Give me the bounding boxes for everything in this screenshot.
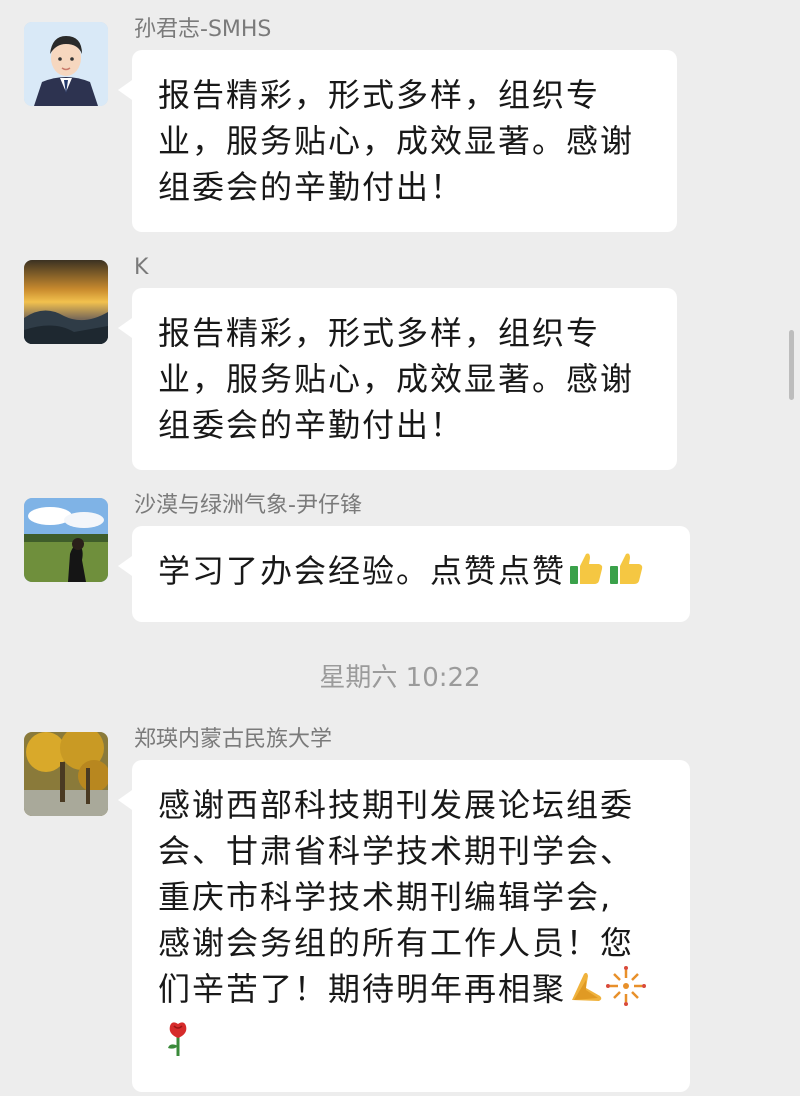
message-bubble[interactable]: 感谢西部科技期刊发展论坛组委 会、甘肃省科学技术期刊学会、 重庆市科学技术期刊编…: [118, 760, 690, 1092]
message-text: 组委会的辛勤付出！: [158, 406, 465, 444]
folded-hands-icon: [566, 966, 606, 1018]
chat-window: 孙君志-SMHS 报告精彩，形式多样，组织专 业，服务贴心，成效显著。感谢 组委…: [0, 0, 800, 1096]
message-bubble[interactable]: 学习了办会经验。点赞点赞: [118, 526, 690, 622]
thumbs-up-icon: [606, 548, 646, 600]
fireworks-icon: [606, 966, 647, 1018]
rose-icon: [158, 1018, 198, 1070]
sender-name: 沙漠与绿洲气象-尹仔锋: [134, 493, 362, 518]
sender-name: 孙君志-SMHS: [134, 17, 272, 42]
message-line: 们辛苦了！期待明年再相聚: [158, 966, 664, 1018]
avatar-k[interactable]: [24, 260, 108, 344]
sender-name: 郑瑛内蒙古民族大学: [134, 727, 333, 752]
message-text: 业，服务贴心，成效显著。感谢: [158, 360, 635, 398]
message-text: 业，服务贴心，成效显著。感谢: [158, 122, 635, 160]
scrollbar[interactable]: [789, 330, 794, 400]
sender-name: K: [134, 255, 149, 280]
message-text: 重庆市科学技术期刊编辑学会,: [158, 878, 613, 916]
message-bubble[interactable]: 报告精彩，形式多样，组织专 业，服务贴心，成效显著。感谢 组委会的辛勤付出！: [118, 288, 677, 470]
avatar-zhengying[interactable]: [24, 732, 108, 816]
message-text: 报告精彩，形式多样，组织专: [158, 314, 601, 352]
message-text: 组委会的辛勤付出！: [158, 168, 465, 206]
avatar-yinzaifeng[interactable]: [24, 498, 108, 582]
message-text: 们辛苦了！期待明年再相聚: [158, 970, 567, 1008]
avatar-sunjunzhi[interactable]: [24, 22, 108, 106]
message-text: 感谢会务组的所有工作人员！您: [158, 924, 635, 962]
message-text: 学习了办会经验。点赞点赞: [158, 552, 567, 590]
message-text: 感谢西部科技期刊发展论坛组委: [158, 786, 635, 824]
thumbs-up-icon: [566, 548, 606, 600]
message-text: 会、甘肃省科学技术期刊学会、: [158, 832, 635, 870]
timestamp: 星期六 10:22: [319, 663, 481, 693]
message-bubble[interactable]: 报告精彩，形式多样，组织专 业，服务贴心，成效显著。感谢 组委会的辛勤付出！: [118, 50, 677, 232]
message-line: 学习了办会经验。点赞点赞: [158, 548, 664, 600]
message-text: 报告精彩，形式多样，组织专: [158, 76, 601, 114]
message-line: [158, 1018, 664, 1070]
